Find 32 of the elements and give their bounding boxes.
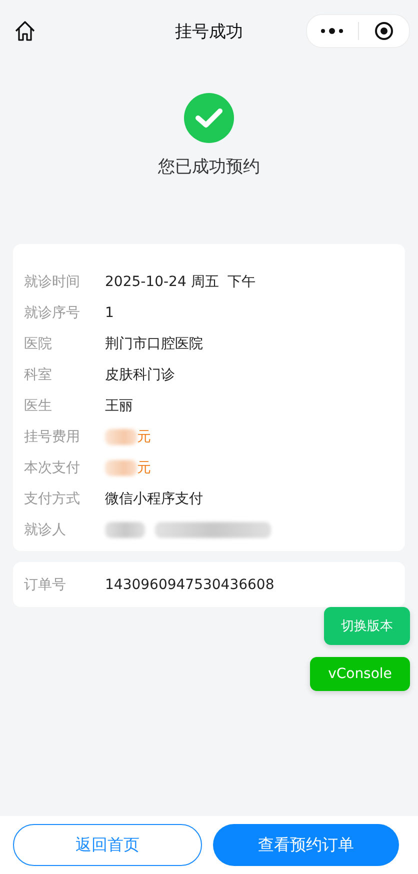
view-orders-button[interactable]: 查看预约订单 <box>212 824 399 866</box>
detail-value: 王丽 <box>105 396 133 414</box>
detail-label: 就诊序号 <box>24 304 81 322</box>
blurred-text <box>105 522 145 538</box>
success-check-icon <box>184 93 234 143</box>
blurred-amount <box>105 460 137 476</box>
order-label: 订单号 <box>24 576 67 594</box>
success-message: 您已成功预约 <box>158 156 260 178</box>
switch-version-button[interactable]: 切换版本 <box>324 607 410 645</box>
detail-value: 皮肤科门诊 <box>105 366 175 384</box>
close-icon[interactable] <box>374 21 394 41</box>
order-number: 1430960947530436608 <box>105 576 274 592</box>
detail-label: 科室 <box>24 366 53 384</box>
detail-label: 医生 <box>24 396 53 414</box>
page-title: 挂号成功 <box>175 22 243 42</box>
blurred-amount <box>105 428 137 444</box>
currency-unit: 元 <box>137 458 151 476</box>
home-icon[interactable] <box>14 20 36 42</box>
detail-value: 1 <box>105 304 114 320</box>
detail-label: 就诊人 <box>24 520 67 538</box>
console-button[interactable]: vConsole <box>310 657 410 691</box>
detail-value: 微信小程序支付 <box>105 490 203 508</box>
detail-label: 支付方式 <box>24 490 81 508</box>
detail-label: 本次支付 <box>24 458 81 476</box>
detail-label: 医院 <box>24 334 53 352</box>
detail-label: 挂号费用 <box>24 428 81 446</box>
more-icon[interactable] <box>320 27 344 35</box>
back-home-button[interactable]: 返回首页 <box>13 824 202 866</box>
detail-label: 就诊时间 <box>24 272 81 290</box>
detail-value: 荆门市口腔医院 <box>105 334 203 352</box>
detail-value: 2025-10-24 周五 下午 <box>105 272 256 290</box>
currency-unit: 元 <box>137 428 151 446</box>
